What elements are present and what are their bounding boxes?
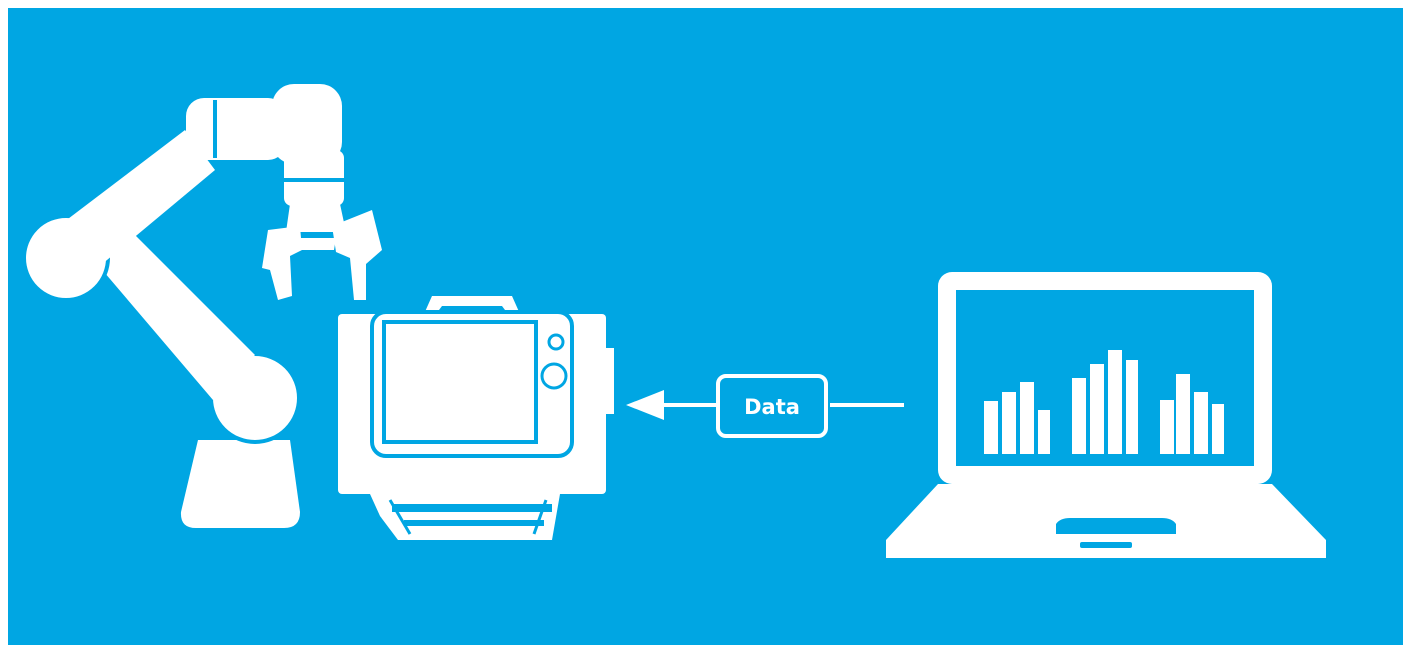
data-label: Data xyxy=(744,395,800,419)
robot-arm-icon xyxy=(22,84,382,528)
laptop-icon xyxy=(886,272,1326,558)
machine-device-icon xyxy=(338,296,614,540)
data-flow-diagram: .w { fill: #ffffff; } .b { fill: #00a6e3… xyxy=(22,84,1326,558)
arrow-left-icon xyxy=(626,390,664,420)
